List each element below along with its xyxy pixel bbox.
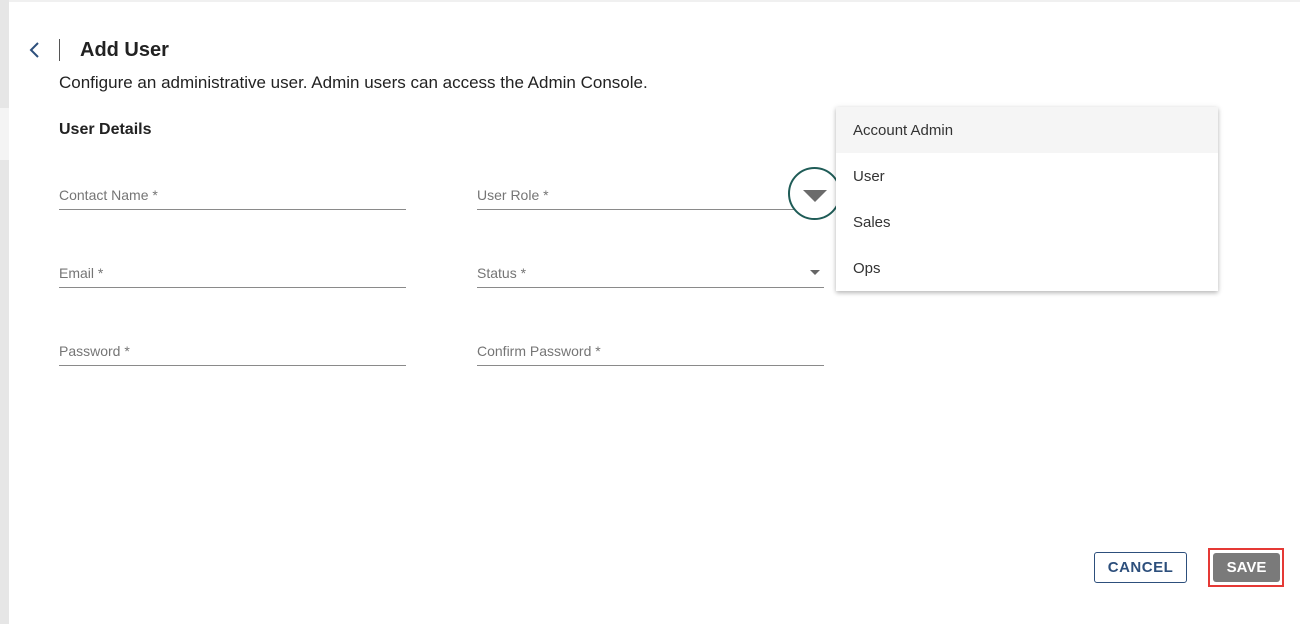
email-label: Email * xyxy=(59,265,104,281)
section-title-user-details: User Details xyxy=(59,121,152,138)
status-select[interactable]: Status * xyxy=(477,258,824,288)
top-divider xyxy=(9,0,1300,2)
page-description: Configure an administrative user. Admin … xyxy=(59,73,648,92)
user-role-select[interactable]: User Role * xyxy=(477,180,824,210)
caret-down-icon xyxy=(802,189,827,202)
back-button[interactable] xyxy=(26,39,42,61)
user-role-menu: Account Admin User Sales Ops xyxy=(836,107,1218,291)
user-role-dropdown-toggle[interactable] xyxy=(788,167,841,220)
menu-item-user[interactable]: User xyxy=(836,153,1218,199)
contact-name-field[interactable]: Contact Name * xyxy=(59,180,406,210)
left-rail-marker xyxy=(0,108,9,160)
page-title: Add User xyxy=(80,39,169,61)
menu-item-account-admin[interactable]: Account Admin xyxy=(836,107,1218,153)
contact-name-label: Contact Name * xyxy=(59,187,158,203)
cancel-button[interactable]: CANCEL xyxy=(1094,552,1187,583)
left-rail xyxy=(0,0,9,624)
menu-item-sales[interactable]: Sales xyxy=(836,199,1218,245)
confirm-password-field[interactable]: Confirm Password * xyxy=(477,336,824,366)
status-label: Status * xyxy=(477,265,527,281)
chevron-left-icon xyxy=(29,42,39,58)
save-button[interactable]: SAVE xyxy=(1213,553,1280,582)
password-field[interactable]: Password * xyxy=(59,336,406,366)
user-role-label: User Role * xyxy=(477,187,549,203)
status-caret-down-icon[interactable] xyxy=(810,270,820,275)
header-divider xyxy=(59,39,60,61)
password-label: Password * xyxy=(59,343,130,359)
email-field[interactable]: Email * xyxy=(59,258,406,288)
confirm-password-label: Confirm Password * xyxy=(477,343,601,359)
page-header: Add User xyxy=(26,38,169,62)
menu-item-ops[interactable]: Ops xyxy=(836,245,1218,291)
